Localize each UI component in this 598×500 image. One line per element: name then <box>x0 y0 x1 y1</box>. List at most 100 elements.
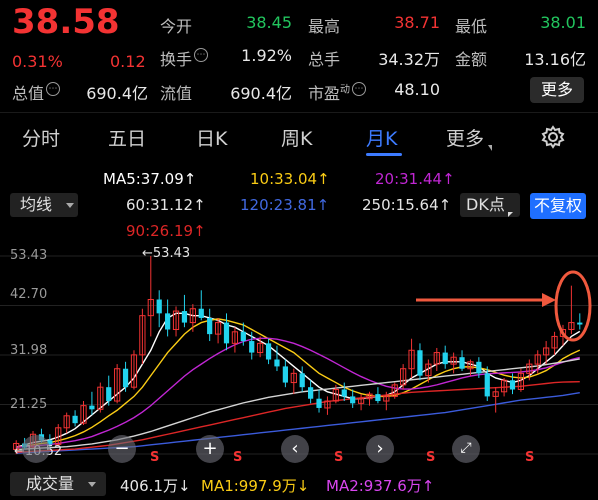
tab-weekly-k[interactable]: 周K <box>281 124 312 151</box>
candle <box>350 389 356 408</box>
chart-control-button[interactable] <box>22 435 50 463</box>
candle-body <box>308 387 314 399</box>
pe-value: 48.10 <box>394 80 440 99</box>
mktcap-value: 690.4亿 <box>86 84 148 103</box>
candle <box>366 391 373 406</box>
candle <box>139 308 146 365</box>
candle <box>282 359 288 388</box>
candle <box>223 313 230 351</box>
candle-body <box>207 317 213 335</box>
volume-indicator-selector[interactable]: 成交量 <box>10 472 106 496</box>
candle <box>265 338 272 365</box>
ma90-value: 90:26.19↑ <box>126 222 206 240</box>
sell-signal-marker: S <box>525 450 535 465</box>
candle <box>375 387 381 404</box>
fullscreen-expand-icon[interactable]: ⤢ <box>452 435 480 463</box>
ma120-value: 120:23.81↑ <box>240 196 330 214</box>
candle-body <box>316 398 322 408</box>
candle-body <box>122 368 129 388</box>
candle-body <box>89 405 95 410</box>
amount-label: 金额 <box>455 50 488 69</box>
pan-left-button[interactable]: ‹ <box>281 435 309 463</box>
candle <box>63 412 70 434</box>
candle-body <box>375 394 381 402</box>
low-value: 38.01 <box>540 13 586 32</box>
amount-value: 13.16亿 <box>524 50 586 69</box>
ma10-value: 10:33.04↑ <box>250 170 330 188</box>
pe-label: 市盈动 ⋯ <box>308 80 367 104</box>
candle <box>189 304 196 332</box>
candle <box>130 350 138 390</box>
y-tick: 21.25 <box>10 397 48 412</box>
max-price-marker: ←53.43 <box>142 246 191 261</box>
indicator-selector[interactable]: 均线 <box>10 193 78 217</box>
info-icon[interactable]: ⋯ <box>194 48 209 62</box>
pan-right-button[interactable]: › <box>366 435 394 463</box>
candle-body <box>72 415 78 424</box>
candle <box>341 382 347 402</box>
info-icon[interactable]: ⋯ <box>352 82 367 96</box>
y-tick: 42.70 <box>10 287 48 302</box>
candle <box>89 391 95 415</box>
candle <box>492 387 499 413</box>
volume-ma2-value: MA2:937.6万↑ <box>326 477 435 495</box>
candle-body <box>341 389 347 397</box>
tab-monthly-k[interactable]: 月K <box>366 124 397 151</box>
sell-signal-marker: S <box>233 450 243 465</box>
candle <box>316 389 322 413</box>
last-price: 38.58 <box>12 2 120 42</box>
info-icon[interactable]: ⋯ <box>46 82 61 96</box>
candle <box>55 424 62 446</box>
candle-body <box>459 357 465 369</box>
volume-value: 406.1万↓ <box>120 477 191 495</box>
candle <box>324 396 331 415</box>
float-label: 流值 <box>160 84 193 103</box>
candle <box>299 366 305 392</box>
turnover-label: 换手 ⋯ <box>160 46 209 70</box>
candle <box>357 394 365 411</box>
tab-five-day[interactable]: 五日 <box>108 124 146 151</box>
low-label: 最低 <box>455 17 488 36</box>
more-button[interactable]: 更多 <box>530 77 584 103</box>
tab-more[interactable]: 更多 <box>446 124 493 151</box>
zoom-in-button[interactable]: + <box>196 435 224 463</box>
candle-body <box>156 299 162 314</box>
candle-body <box>106 387 112 402</box>
y-tick: 31.98 <box>10 343 48 358</box>
change-amount: 0.12 <box>110 52 146 71</box>
candle <box>442 345 448 369</box>
candle-body <box>299 373 305 388</box>
candle <box>114 364 121 404</box>
candle <box>97 382 104 413</box>
candle <box>417 343 423 381</box>
candle-body <box>274 359 280 367</box>
dk-point-button[interactable]: DK点 <box>460 193 520 217</box>
candle <box>290 368 297 395</box>
candle <box>433 347 440 372</box>
change-percent: 0.31% <box>12 52 63 71</box>
settings-gear-icon[interactable] <box>540 124 566 150</box>
dropdown-arrow-icon <box>66 203 75 208</box>
ma60-value: 60:31.12↑ <box>126 196 206 214</box>
candle <box>459 350 465 372</box>
open-label: 今开 <box>160 17 193 36</box>
mktcap-label: 总值 ⋯ <box>12 80 61 104</box>
candle <box>207 308 213 342</box>
high-label: 最高 <box>308 17 341 36</box>
no-adjust-button[interactable]: 不复权 <box>530 193 586 219</box>
dropdown-arrow-icon <box>88 482 97 487</box>
zoom-out-button[interactable]: − <box>108 435 136 463</box>
candle-body <box>249 341 255 353</box>
quote-header: 38.58 0.31% 0.12 今开 38.45 最高 38.71 最低 38… <box>0 0 598 112</box>
candle <box>147 256 154 337</box>
candle <box>156 290 162 328</box>
candle-body <box>476 361 482 374</box>
tab-intraday[interactable]: 分时 <box>22 124 60 151</box>
candle <box>172 306 180 337</box>
candle-body <box>484 373 490 397</box>
float-value: 690.4亿 <box>230 84 292 103</box>
turnover-value: 1.92% <box>241 46 292 65</box>
tab-daily-k[interactable]: 日K <box>196 124 227 151</box>
ma250-value: 250:15.64↑ <box>362 196 452 214</box>
ma5-value: MA5:37.09↑ <box>103 170 197 188</box>
